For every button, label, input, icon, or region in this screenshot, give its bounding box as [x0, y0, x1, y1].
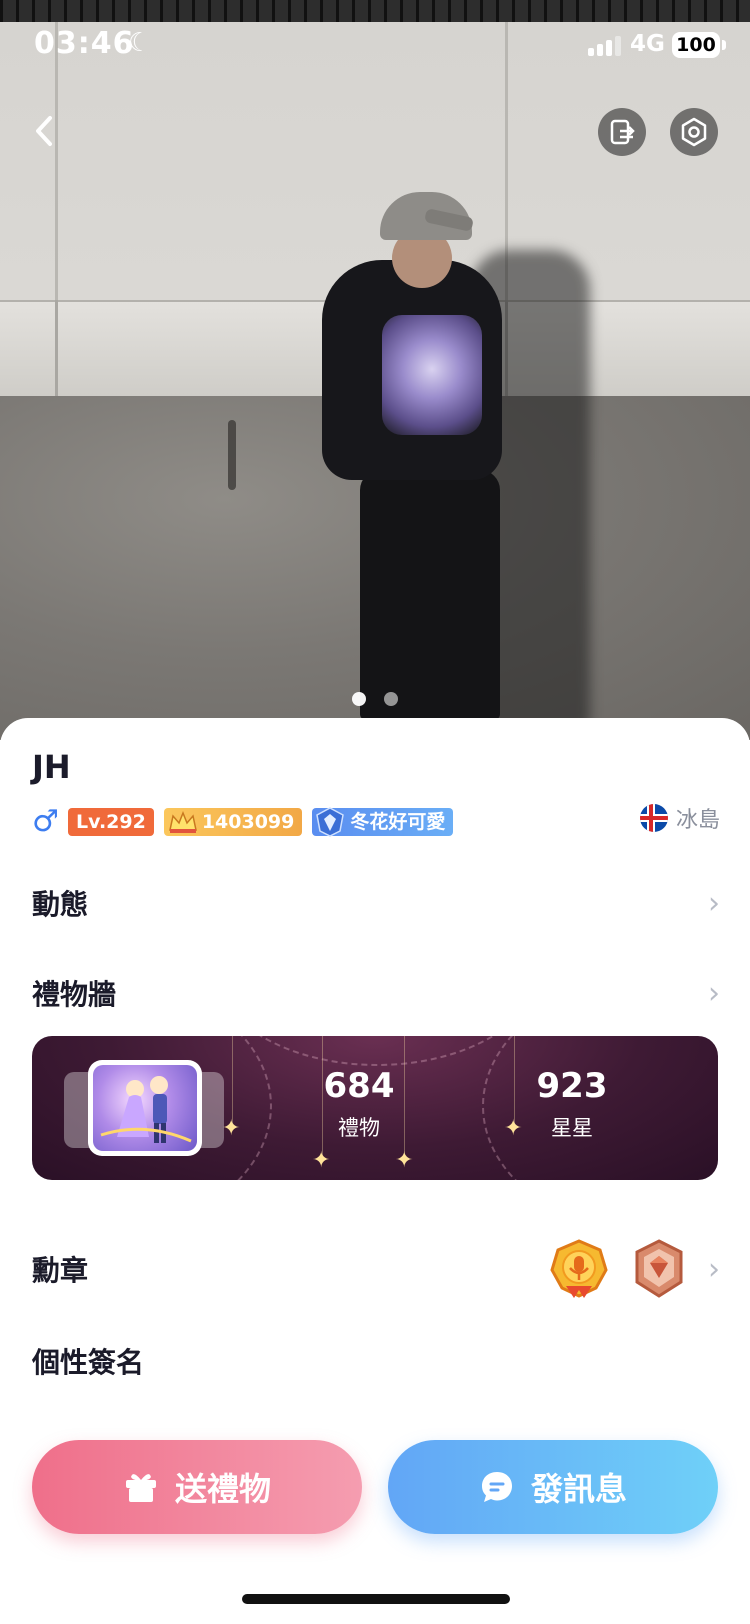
- chevron-right-icon: ›: [708, 1251, 720, 1287]
- bronze-gem-medal-icon[interactable]: [628, 1238, 690, 1300]
- star-count-label: 星星: [551, 1116, 593, 1140]
- network-type: 4G: [630, 31, 665, 57]
- crown-icon: [168, 810, 197, 833]
- gift-wall-row[interactable]: 禮物牆 ›: [32, 968, 720, 1018]
- male-icon: ♂: [32, 804, 59, 839]
- battery-icon: 100: [672, 32, 720, 58]
- bottom-actions: 送禮物 發訊息: [32, 1440, 718, 1534]
- guild-badge[interactable]: 冬花好可愛: [312, 806, 454, 837]
- gift-artwork: [93, 1065, 197, 1151]
- iceland-flag-icon: [639, 804, 668, 832]
- carousel-indicator: [0, 692, 750, 706]
- gift-count: 684: [323, 1066, 395, 1106]
- profile-name: JH: [32, 748, 71, 786]
- region-name: 冰島: [675, 808, 720, 833]
- signature-label: 個性簽名: [32, 1346, 145, 1379]
- send-gift-button[interactable]: 送禮物: [32, 1440, 362, 1534]
- wealth-badge[interactable]: 1403099: [163, 807, 303, 836]
- card-string: [232, 1036, 233, 1126]
- home-indicator[interactable]: [242, 1594, 510, 1604]
- region: 冰島: [639, 802, 720, 834]
- back-button[interactable]: [26, 106, 66, 156]
- wealth-value: 1403099: [201, 810, 295, 833]
- moments-row[interactable]: 動態 ›: [32, 878, 720, 928]
- status-time: 03:46: [34, 26, 135, 61]
- photo-ledge-seam: [55, 300, 58, 396]
- medals-row[interactable]: 勳章 ›: [32, 1233, 720, 1305]
- star-count: 923: [536, 1066, 608, 1106]
- carousel-dot-active[interactable]: [352, 692, 366, 706]
- gift-wall-label: 禮物牆: [32, 978, 117, 1011]
- sparkle-icon: ✦: [222, 1116, 241, 1141]
- card-string: [514, 1036, 515, 1126]
- switch-account-button[interactable]: [598, 108, 646, 156]
- moments-label: 動態: [32, 888, 89, 921]
- gold-microphone-medal-icon[interactable]: [548, 1238, 610, 1300]
- guild-name: 冬花好可愛: [350, 810, 446, 833]
- signature-row: 個性簽名: [32, 1336, 720, 1386]
- chevron-right-icon: ›: [708, 975, 720, 1011]
- moon-icon: ☾: [128, 28, 152, 58]
- profile-photo-carousel[interactable]: [0, 0, 750, 740]
- medals-label: 勳章: [32, 1254, 89, 1287]
- medal-list: ›: [548, 1238, 720, 1300]
- dancing-couple-illustration: [100, 1076, 192, 1143]
- photo-person-legs: [360, 470, 500, 720]
- gift-icon: [125, 1474, 156, 1502]
- hexagon-settings-icon: [681, 117, 707, 147]
- sparkle-icon: ✦: [395, 1148, 414, 1173]
- chat-bubble-icon: [481, 1472, 512, 1502]
- chevron-left-icon: [36, 116, 52, 146]
- carousel-dot[interactable]: [384, 692, 398, 706]
- send-message-label: 發訊息: [530, 1470, 627, 1508]
- status-bar: 03:46 ☾ 4G 100: [0, 0, 750, 90]
- photo-wall-stain: [228, 420, 236, 490]
- guild-emblem-icon: [316, 806, 345, 837]
- gift-thumbnail: [88, 1060, 202, 1156]
- level-badge[interactable]: Lv.292: [68, 807, 154, 836]
- profile-tags: ♂ Lv.292 1403099 冬花好可愛: [32, 804, 454, 839]
- settings-button[interactable]: [670, 108, 718, 156]
- photo-hoodie-print: [382, 315, 482, 435]
- battery-tip: [722, 40, 726, 50]
- gift-count-stat: 684 禮物: [304, 1066, 414, 1142]
- send-message-button[interactable]: 發訊息: [388, 1440, 718, 1534]
- gift-wall-card[interactable]: ✦ ✦ ✦ ✦ 684 禮物 923 星星: [32, 1036, 718, 1180]
- send-gift-label: 送禮物: [174, 1470, 271, 1508]
- chevron-right-icon: ›: [708, 885, 720, 921]
- sparkle-icon: ✦: [312, 1148, 331, 1173]
- gift-count-label: 禮物: [338, 1116, 380, 1140]
- switch-account-icon: [610, 119, 635, 145]
- signal-icon: [588, 36, 621, 56]
- star-count-stat: 923 星星: [517, 1066, 627, 1142]
